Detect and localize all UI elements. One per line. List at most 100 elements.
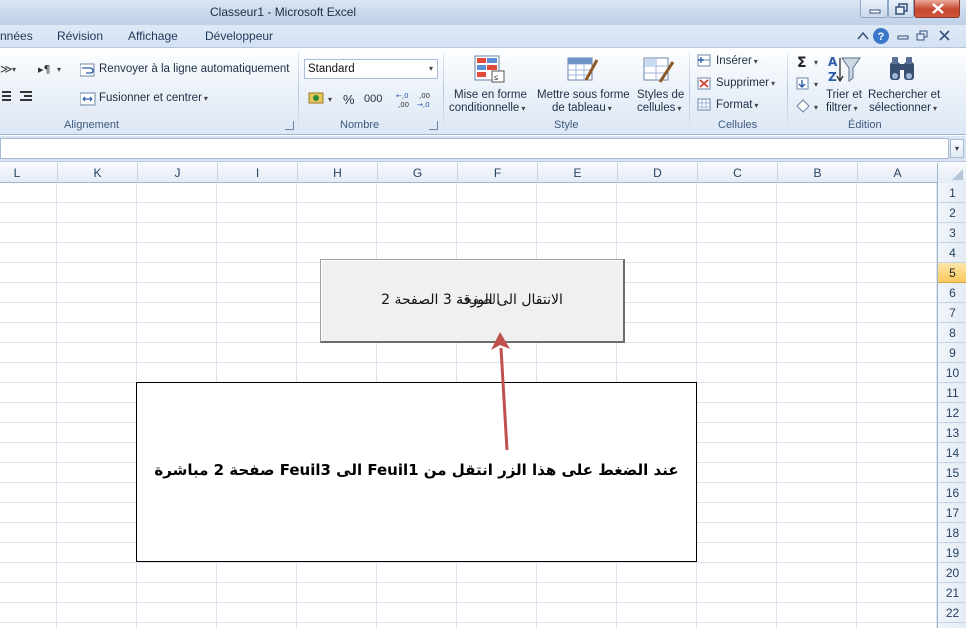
column-header-d[interactable]: D <box>617 163 697 183</box>
close-button[interactable] <box>914 0 960 18</box>
row-header[interactable]: 13 <box>938 423 966 443</box>
excel-window: Classeur1 - Microsoft Excel nnées Révisi… <box>0 0 966 628</box>
formula-input[interactable] <box>0 138 949 159</box>
merge-center-button[interactable]: Fusionner et centrer ▾ <box>99 92 208 104</box>
format-as-table-line1[interactable]: Mettre sous forme <box>537 89 630 101</box>
row-header[interactable]: 4 <box>938 243 966 263</box>
conditional-format-line2: conditionnelle <box>449 102 520 114</box>
doc-close-icon[interactable] <box>939 30 950 41</box>
svg-text:Z: Z <box>828 70 837 84</box>
row-header[interactable]: 14 <box>938 443 966 463</box>
column-header-i[interactable]: I <box>217 163 297 183</box>
number-launcher-icon[interactable] <box>429 121 438 130</box>
row-header[interactable]: 15 <box>938 463 966 483</box>
ribbon-controls: ? <box>857 28 950 44</box>
select-all-corner[interactable] <box>937 163 966 183</box>
restore-button[interactable] <box>888 0 914 18</box>
wrap-text-icon <box>80 63 95 77</box>
row-headers: 1 2 3 4 5 6 7 8 9 10 11 12 13 14 15 16 1… <box>937 183 966 628</box>
conditional-format-line1[interactable]: Mise en forme <box>454 89 527 101</box>
orientation-icons[interactable]: ≫ ▾ ▸¶ ▾ <box>0 62 70 106</box>
tab-donnees[interactable]: nnées <box>0 29 33 43</box>
sort-filter-line1[interactable]: Trier et <box>826 89 862 101</box>
row-header[interactable]: 8 <box>938 323 966 343</box>
chevron-down-icon: ▾ <box>677 104 682 113</box>
chevron-down-icon: ▾ <box>954 144 959 153</box>
sheet-navigation-button[interactable]: الانتقال الى الورقة 3 الصفحة 2 الصفحة <box>320 259 625 343</box>
svg-text:▾: ▾ <box>57 65 61 74</box>
row-header[interactable]: 9 <box>938 343 966 363</box>
row-header[interactable]: 1 <box>938 183 966 203</box>
svg-text:A: A <box>828 55 838 69</box>
row-header[interactable]: 22 <box>938 603 966 623</box>
column-header-e[interactable]: E <box>537 163 617 183</box>
row-header[interactable]: 21 <box>938 583 966 603</box>
column-header-c[interactable]: C <box>697 163 777 183</box>
row-header[interactable]: 19 <box>938 543 966 563</box>
row-header[interactable]: 6 <box>938 283 966 303</box>
find-select-line2: sélectionner <box>869 102 932 114</box>
svg-text:▾: ▾ <box>12 65 16 74</box>
doc-restore-icon[interactable] <box>916 33 925 41</box>
row-header[interactable]: 3 <box>938 223 966 243</box>
column-header-h[interactable]: H <box>297 163 377 183</box>
row-header[interactable]: 2 <box>938 203 966 223</box>
wrap-text-button[interactable]: Renvoyer à la ligne automatiquement <box>99 63 290 75</box>
row-header[interactable]: 11 <box>938 383 966 403</box>
row-header[interactable]: 7 <box>938 303 966 323</box>
merge-center-icon <box>80 92 96 106</box>
doc-minimize-icon[interactable] <box>897 35 909 40</box>
merge-center-label: Fusionner et centrer <box>99 92 202 104</box>
row-header[interactable]: 10 <box>938 363 966 383</box>
cell-styles-line1[interactable]: Styles de <box>637 89 684 101</box>
insert-cells-button[interactable]: Insérer ▾ <box>716 55 758 67</box>
conditional-format-button[interactable]: conditionnelle ▾ <box>449 102 525 114</box>
minimize-ribbon-icon[interactable] <box>857 31 869 40</box>
format-cells-button[interactable]: Format ▾ <box>716 99 758 111</box>
percent-button[interactable]: % <box>343 92 355 107</box>
delete-cells-button[interactable]: Supprimer ▾ <box>716 77 775 89</box>
thousands-button[interactable]: 000 <box>364 93 382 105</box>
svg-text:▾: ▾ <box>814 80 818 89</box>
minimize-icon <box>869 9 881 14</box>
find-select-button[interactable]: sélectionner ▾ <box>869 102 937 114</box>
formula-bar: ▾ <box>0 136 966 162</box>
row-header[interactable]: 17 <box>938 503 966 523</box>
tab-revision[interactable]: Révision <box>57 29 103 43</box>
expand-formula-bar-button[interactable]: ▾ <box>950 139 964 158</box>
sheet-navigation-button-overlap-label: الصفحة <box>456 292 500 308</box>
editing-small-icons[interactable]: Σ ▾ ▾ ▾ <box>795 54 825 118</box>
row-header[interactable]: 20 <box>938 563 966 583</box>
format-as-table-button[interactable]: de tableau ▾ <box>552 102 612 114</box>
row-header-active[interactable]: 5 <box>938 263 966 283</box>
currency-format-icon[interactable]: ▾ <box>308 90 336 108</box>
delete-cells-label: Supprimer <box>716 77 770 89</box>
column-header-f[interactable]: F <box>457 163 537 183</box>
group-separator <box>443 52 444 132</box>
column-header-l[interactable]: L <box>0 163 57 183</box>
svg-text:▾: ▾ <box>814 58 818 67</box>
find-select-line1[interactable]: Rechercher et <box>868 89 940 101</box>
chevron-down-icon: ▾ <box>203 94 208 103</box>
number-format-value: Standard <box>308 63 355 75</box>
row-header[interactable]: 12 <box>938 403 966 423</box>
column-header-k[interactable]: K <box>57 163 137 183</box>
column-header-b[interactable]: B <box>777 163 857 183</box>
column-header-j[interactable]: J <box>137 163 217 183</box>
minimize-button[interactable] <box>860 0 888 18</box>
cell-styles-line2: cellules <box>637 102 676 114</box>
column-header-a[interactable]: A <box>857 163 937 183</box>
decimal-buttons[interactable]: ←,0 ,00 ,00 →,0 <box>394 89 438 109</box>
row-header[interactable]: 18 <box>938 523 966 543</box>
sort-filter-button[interactable]: filtrer ▾ <box>826 102 858 114</box>
alignment-launcher-icon[interactable] <box>285 121 294 130</box>
cell-styles-button[interactable]: cellules ▾ <box>637 102 681 114</box>
number-format-select[interactable]: Standard ▾ <box>304 59 438 79</box>
row-header[interactable]: 16 <box>938 483 966 503</box>
column-header-g[interactable]: G <box>377 163 457 183</box>
group-separator <box>689 52 690 132</box>
clear-icon <box>796 99 810 113</box>
explanation-textbox[interactable]: عند الضغط على هذا الزر انتقل من Feuil1 ا… <box>136 382 697 562</box>
tab-affichage[interactable]: Affichage <box>128 29 178 43</box>
tab-developpeur[interactable]: Développeur <box>205 29 273 43</box>
